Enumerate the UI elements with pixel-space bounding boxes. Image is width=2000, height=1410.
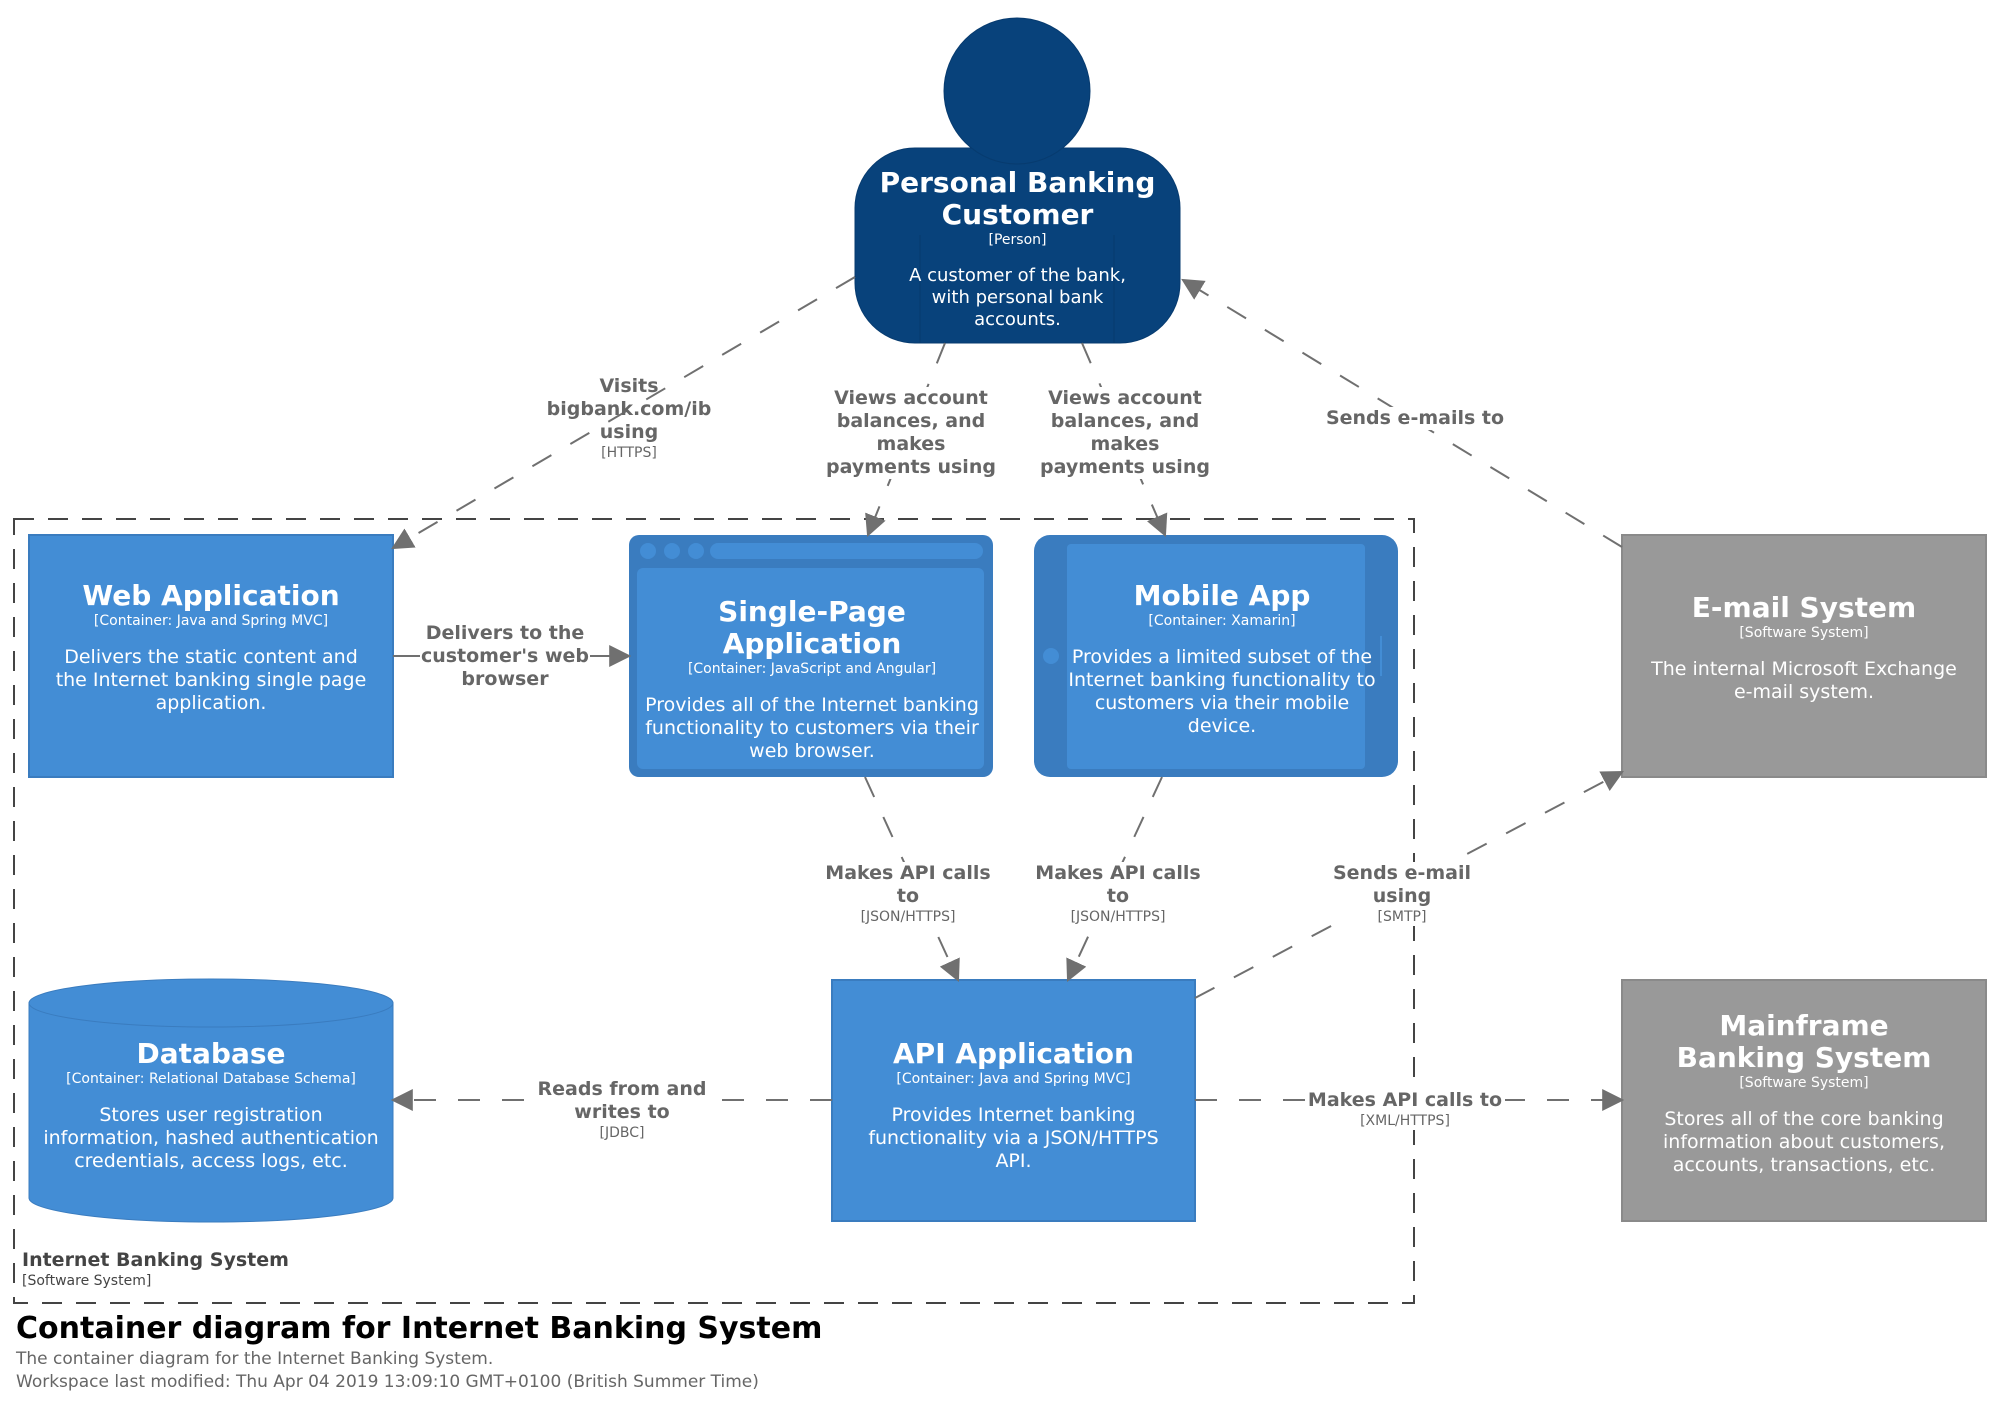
- cylinder-top: [28, 978, 394, 1028]
- rel-description: Delivers to the customer's web browser: [420, 622, 590, 690]
- rel-label-views-spa: Views account balances, and makes paymen…: [821, 387, 1001, 479]
- node-description: A customer of the bank, with personal ba…: [909, 265, 1126, 330]
- node-type: [Container: Java and Spring MVC]: [896, 1071, 1131, 1087]
- node-type: [Software System]: [1739, 1075, 1869, 1091]
- node-title: Personal Banking Customer: [879, 166, 1156, 231]
- node-description: Delivers the static content and the Inte…: [55, 646, 367, 714]
- rel-label-api-email: Sends e-mail using [SMTP]: [1332, 862, 1472, 926]
- node-description: Provides Internet banking functionality …: [868, 1104, 1159, 1172]
- diagram-footer: Container diagram for Internet Banking S…: [16, 1310, 822, 1394]
- diagram-description: The container diagram for the Internet B…: [16, 1349, 494, 1369]
- node-description: Stores all of the core banking informati…: [1663, 1108, 1945, 1176]
- rel-label-visits: Visits bigbank.com/ib using [HTTPS]: [544, 375, 714, 462]
- rel-technology: [SMTP]: [1377, 909, 1427, 925]
- rel-label-views-mobile: Views account balances, and makes paymen…: [1035, 387, 1215, 479]
- node-title: Single-Page Application: [718, 595, 906, 660]
- diagram-last-modified: Workspace last modified: Thu Apr 04 2019…: [16, 1372, 759, 1392]
- rel-description: Views account balances, and makes paymen…: [826, 387, 996, 478]
- rel-description: Makes API calls to: [825, 862, 991, 907]
- mobile-app-label: Mobile App [Container: Xamarin] Provides…: [1062, 580, 1382, 738]
- node-description: Provides a limited subset of the Interne…: [1068, 646, 1376, 737]
- rel-description: Sends e-mails to: [1325, 407, 1505, 429]
- rel-technology: [HTTPS]: [601, 445, 657, 461]
- node-title: Mobile App: [1133, 579, 1311, 612]
- node-type: [Person]: [988, 232, 1047, 248]
- rel-label-spa-api: Makes API calls to [JSON/HTTPS]: [818, 862, 998, 926]
- node-description: Provides all of the Internet banking fun…: [645, 694, 979, 762]
- customer-label: Personal Banking Customer [Person] A cus…: [870, 167, 1165, 331]
- database-label: Database [Container: Relational Database…: [39, 1038, 383, 1173]
- rel-technology: [JSON/HTTPS]: [860, 909, 956, 925]
- spa-label: Single-Page Application [Container: Java…: [640, 596, 984, 763]
- browser-address-bar: [710, 543, 983, 559]
- node-title: Web Application: [82, 579, 340, 612]
- mainframe-label: Mainframe Banking System [Software Syste…: [1632, 1010, 1976, 1177]
- node-description: The internal Microsoft Exchange e-mail s…: [1651, 658, 1957, 703]
- email-system-label: E-mail System [Software System] The inte…: [1632, 592, 1976, 704]
- browser-dot-icon: [640, 543, 656, 559]
- boundary-name: Internet Banking System: [22, 1249, 289, 1271]
- rel-technology: [JDBC]: [599, 1125, 645, 1141]
- rel-description: Sends e-mail using: [1332, 862, 1472, 907]
- node-description: Stores user registration information, ha…: [43, 1104, 379, 1172]
- rel-label-api-mainframe: Makes API calls to [XML/HTTPS]: [1305, 1089, 1505, 1130]
- node-type: [Container: JavaScript and Angular]: [687, 661, 937, 677]
- web-app-label: Web Application [Container: Java and Spr…: [39, 580, 383, 715]
- boundary-label: Internet Banking System [Software System…: [22, 1248, 289, 1290]
- rel-label-api-db: Reads from and writes to [JDBC]: [537, 1078, 707, 1142]
- diagram-title: Container diagram for Internet Banking S…: [16, 1311, 823, 1346]
- browser-dot-icon: [688, 543, 704, 559]
- rel-technology: [JSON/HTTPS]: [1070, 909, 1166, 925]
- rel-description: Makes API calls to: [1035, 862, 1201, 907]
- node-title: E-mail System: [1691, 591, 1917, 624]
- rel-description: Makes API calls to: [1307, 1089, 1503, 1111]
- rel-description: Visits bigbank.com/ib using: [546, 375, 712, 443]
- boundary-type: [Software System]: [22, 1273, 152, 1289]
- person-head-icon: [943, 17, 1091, 165]
- node-type: [Container: Java and Spring MVC]: [93, 613, 329, 629]
- rel-label-sends-emails: Sends e-mails to: [1315, 407, 1515, 430]
- node-type: [Container: Relational Database Schema]: [66, 1071, 356, 1087]
- rel-label-mobile-api: Makes API calls to [JSON/HTTPS]: [1028, 862, 1208, 926]
- node-type: [Software System]: [1739, 625, 1869, 641]
- rel-description: Views account balances, and makes paymen…: [1040, 387, 1210, 478]
- rel-technology: [XML/HTTPS]: [1360, 1113, 1450, 1129]
- rel-label-delivers: Delivers to the customer's web browser: [420, 622, 590, 691]
- node-title: Mainframe Banking System: [1676, 1009, 1932, 1074]
- node-title: API Application: [893, 1037, 1134, 1070]
- rel-description: Reads from and writes to: [537, 1078, 707, 1123]
- node-type: [Container: Xamarin]: [1148, 613, 1296, 629]
- device-home-button-icon: [1043, 648, 1059, 664]
- node-title: Database: [136, 1037, 286, 1070]
- api-app-label: API Application [Container: Java and Spr…: [842, 1038, 1185, 1173]
- browser-dot-icon: [664, 543, 680, 559]
